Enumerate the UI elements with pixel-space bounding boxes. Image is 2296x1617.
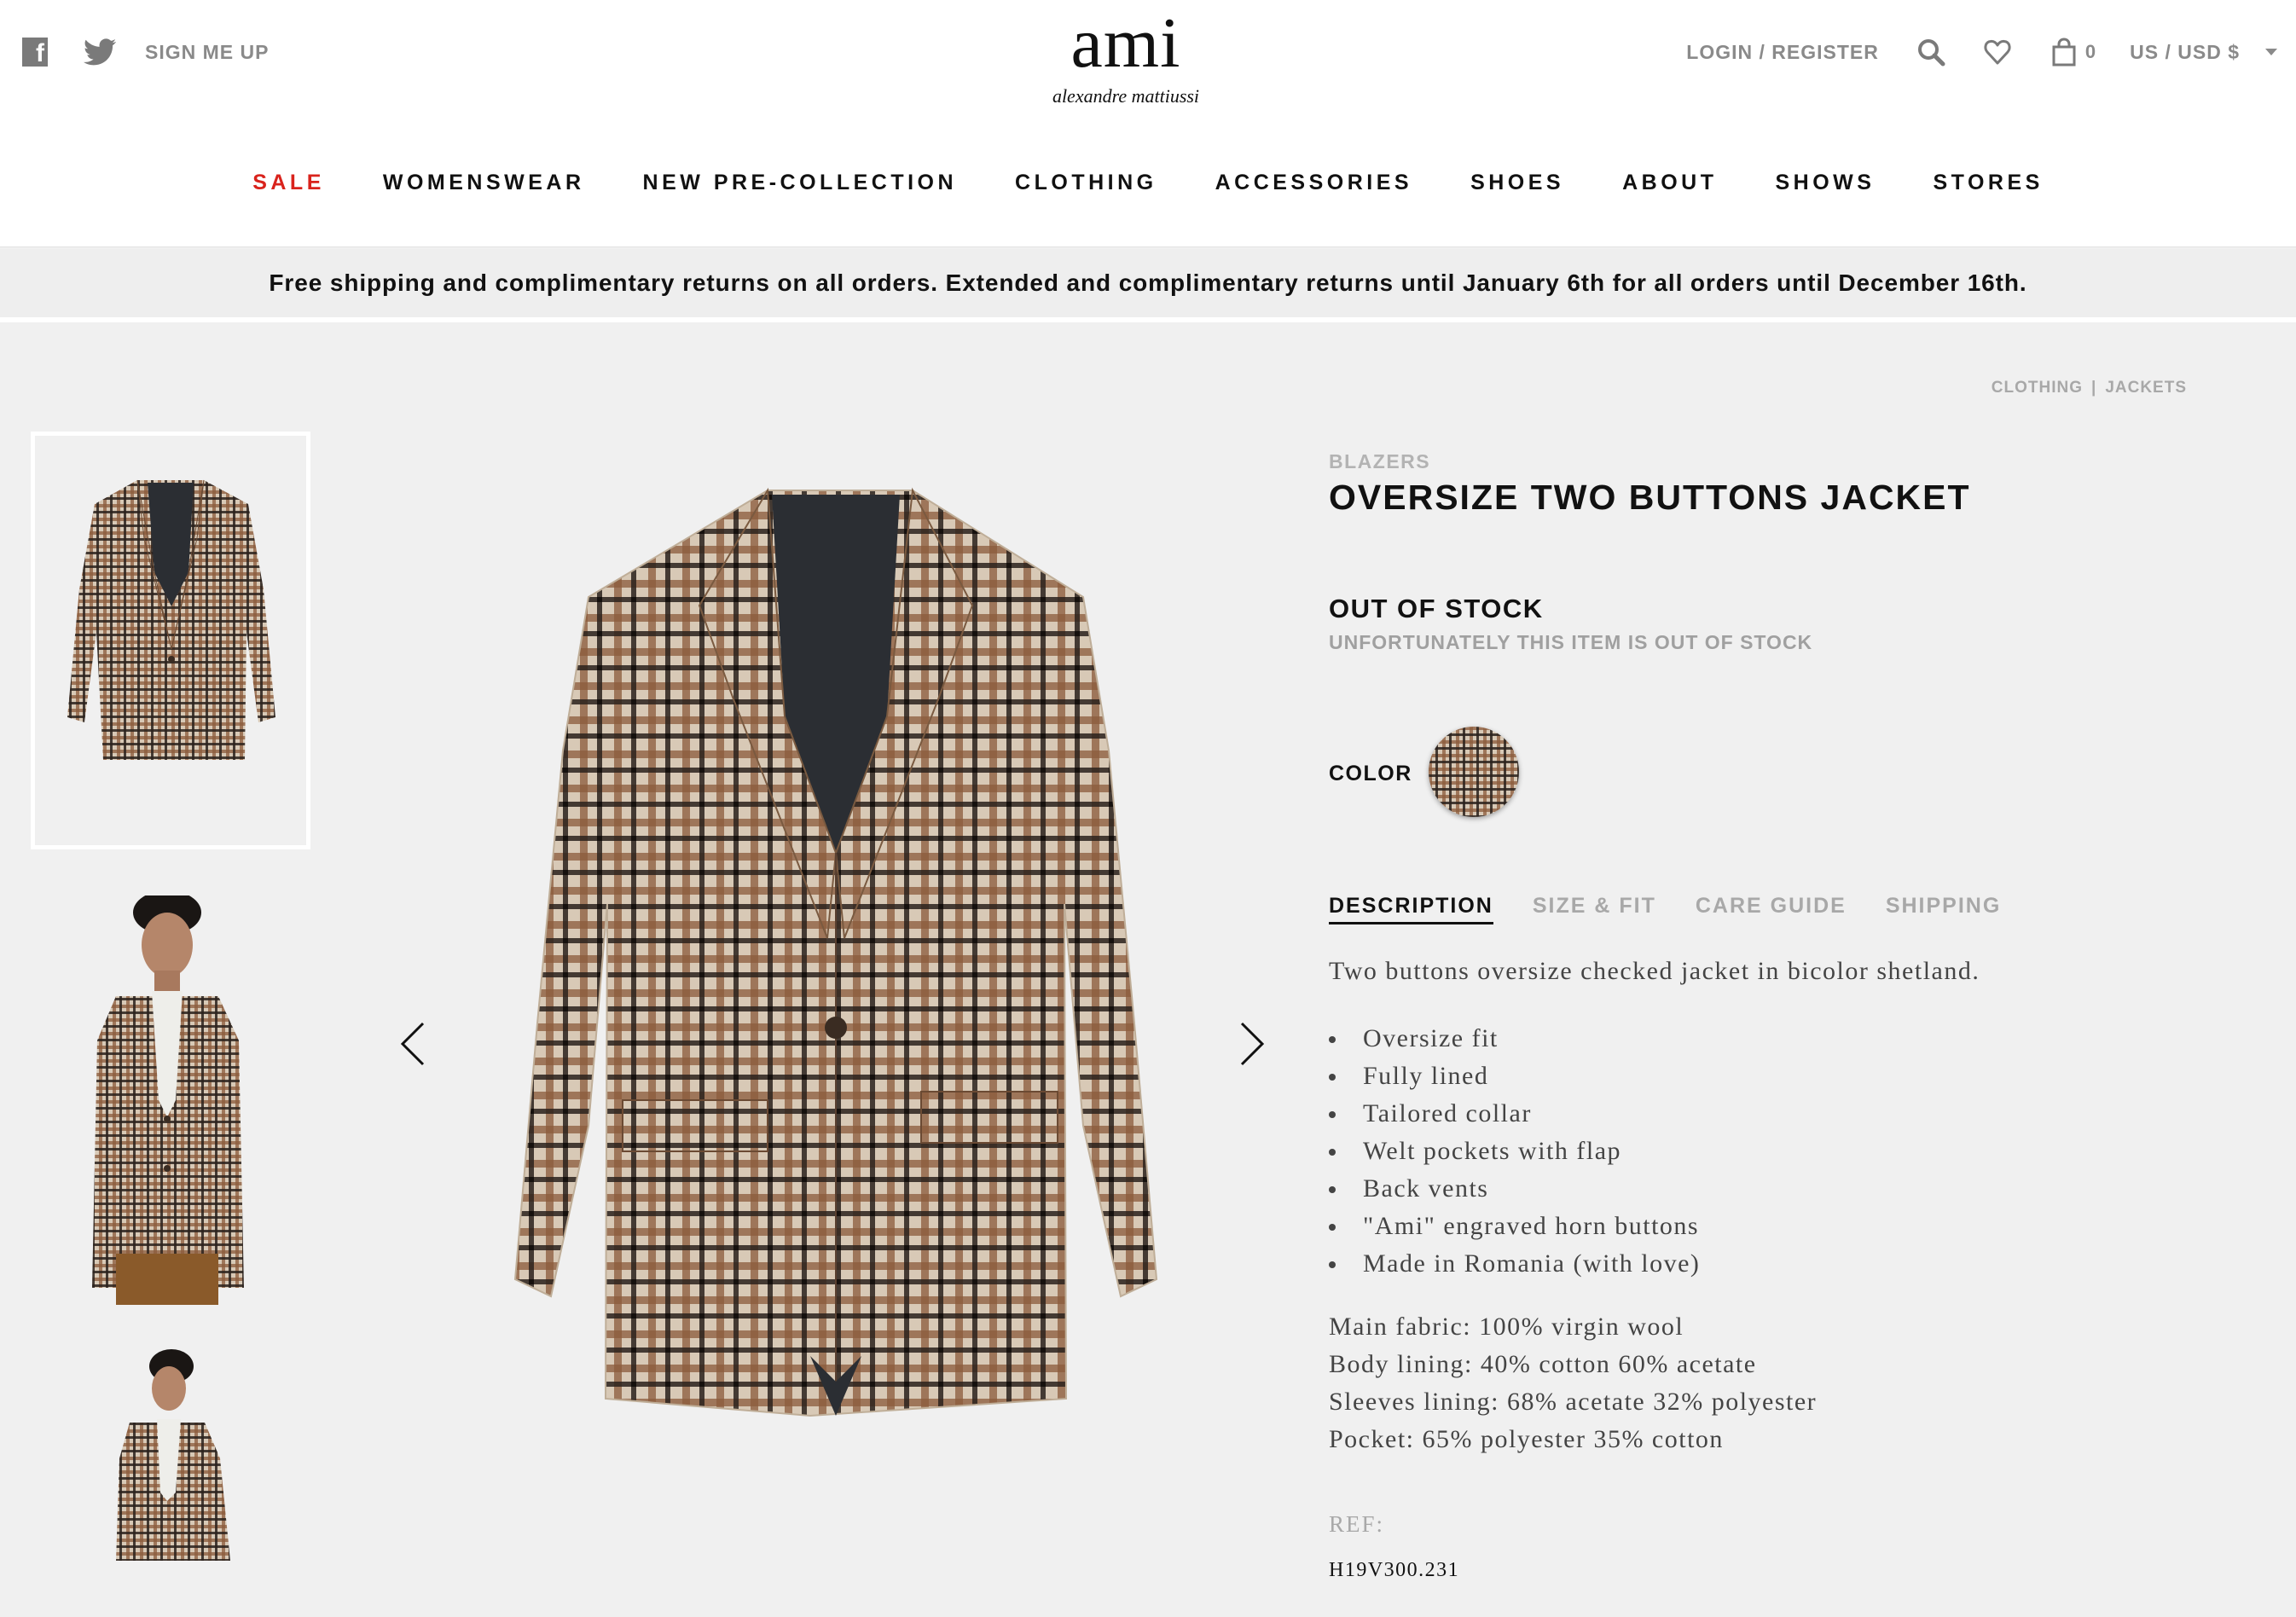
thumbnail-model-front[interactable] — [31, 895, 310, 1305]
model-front-thumbnail-image — [92, 895, 244, 1305]
feature-item: Back vents — [1329, 1170, 1700, 1208]
ami-logo[interactable]: ami alexandre mattiussi — [1052, 3, 1199, 107]
breadcrumb: CLOTHING | JACKETS — [1992, 379, 2187, 397]
color-swatch[interactable] — [1429, 727, 1519, 817]
currency-selector[interactable]: US / USD $ — [2130, 41, 2240, 64]
composition-item: Main fabric: 100% virgin wool — [1329, 1313, 1684, 1341]
color-label: COLOR — [1329, 762, 1412, 785]
login-register-link[interactable]: LOGIN / REGISTER — [1686, 41, 1879, 64]
heart-icon[interactable] — [1983, 38, 2012, 67]
feature-item: Made in Romania (with love) — [1329, 1245, 1700, 1283]
nav-item-shoes[interactable]: SHOES — [1470, 171, 1564, 195]
feature-list: Oversize fit Fully lined Tailored collar… — [1329, 1020, 1700, 1283]
breadcrumb-clothing[interactable]: CLOTHING — [1992, 379, 2083, 397]
model-side-thumbnail-image — [116, 1349, 230, 1561]
search-icon[interactable] — [1916, 38, 1945, 67]
nav-item-accessories[interactable]: ACCESSORIES — [1215, 171, 1412, 195]
feature-item: "Ami" engraved horn buttons — [1329, 1208, 1700, 1245]
nav-item-stores[interactable]: STORES — [1933, 171, 2043, 195]
twitter-icon[interactable] — [84, 38, 116, 67]
chevron-down-icon[interactable] — [2265, 49, 2277, 55]
breadcrumb-jackets[interactable]: JACKETS — [2105, 379, 2187, 397]
nav-item-clothing[interactable]: CLOTHING — [1015, 171, 1157, 195]
tab-shipping[interactable]: SHIPPING — [1886, 894, 2001, 924]
stock-message: UNFORTUNATELY THIS ITEM IS OUT OF STOCK — [1329, 631, 1813, 653]
header-right: LOGIN / REGISTER 0 US / USD $ — [1686, 38, 2277, 67]
promo-text: Free shipping and complimentary returns … — [269, 270, 2027, 296]
header-left: f SIGN ME UP — [22, 38, 269, 67]
thumbnail-jacket-flat[interactable] — [31, 432, 310, 849]
breadcrumb-separator: | — [2090, 379, 2097, 397]
composition-item: Sleeves lining: 68% acetate 32% polyeste… — [1329, 1388, 1818, 1416]
nav-item-about[interactable]: ABOUT — [1622, 171, 1717, 195]
logo-tagline: alexandre mattiussi — [1052, 85, 1200, 107]
sign-me-up-link[interactable]: SIGN ME UP — [145, 41, 269, 64]
chevron-right-icon[interactable] — [1237, 1020, 1267, 1068]
composition-item: Body lining: 40% cotton 60% acetate — [1329, 1350, 1757, 1378]
feature-item: Tailored collar — [1329, 1095, 1700, 1133]
nav-item-new-pre-collection[interactable]: NEW PRE-COLLECTION — [643, 171, 958, 195]
feature-item: Oversize fit — [1329, 1020, 1700, 1058]
nav-item-sale[interactable]: SALE — [252, 171, 325, 195]
feature-item: Welt pockets with flap — [1329, 1133, 1700, 1170]
main-navigation: SALE WOMENSWEAR NEW PRE-COLLECTION CLOTH… — [0, 171, 2296, 195]
logo-wordmark: ami — [1070, 3, 1181, 83]
jacket-main-image — [513, 487, 1158, 1417]
main-product-image[interactable] — [409, 478, 1262, 1433]
nav-item-womenswear[interactable]: WOMENSWEAR — [383, 171, 585, 195]
thumbnail-model-side[interactable] — [31, 1348, 310, 1561]
promo-banner: Free shipping and complimentary returns … — [0, 249, 2296, 322]
tab-description[interactable]: DESCRIPTION — [1329, 894, 1493, 924]
bag-count[interactable]: 0 — [2085, 41, 2096, 63]
facebook-icon[interactable]: f — [22, 38, 48, 67]
stock-status: OUT OF STOCK — [1329, 594, 1544, 623]
site-header: f SIGN ME UP ami alexandre mattiussi LOG… — [0, 0, 2296, 247]
nav-item-shows[interactable]: SHOWS — [1776, 171, 1876, 195]
composition-item: Pocket: 65% polyester 35% cotton — [1329, 1425, 1724, 1453]
product-description: Two buttons oversize checked jacket in b… — [1329, 957, 1980, 985]
chevron-left-icon[interactable] — [397, 1020, 428, 1068]
product-category[interactable]: BLAZERS — [1329, 450, 1430, 473]
ref-value: H19V300.231 — [1329, 1559, 1460, 1581]
shopping-bag-icon[interactable] — [2050, 38, 2079, 67]
ref-label: REF: — [1329, 1511, 1385, 1537]
swatch-pattern — [1429, 727, 1519, 817]
product-tabs: DESCRIPTION SIZE & FIT CARE GUIDE SHIPPI… — [1329, 894, 2040, 924]
feature-item: Fully lined — [1329, 1058, 1700, 1095]
product-title: OVERSIZE TWO BUTTONS JACKET — [1329, 478, 1971, 517]
tab-care-guide[interactable]: CARE GUIDE — [1696, 894, 1847, 924]
tab-size-fit[interactable]: SIZE & FIT — [1533, 894, 1656, 924]
jacket-flat-thumbnail-image — [67, 479, 275, 760]
composition-list: Main fabric: 100% virgin wool Body linin… — [1329, 1308, 1817, 1458]
